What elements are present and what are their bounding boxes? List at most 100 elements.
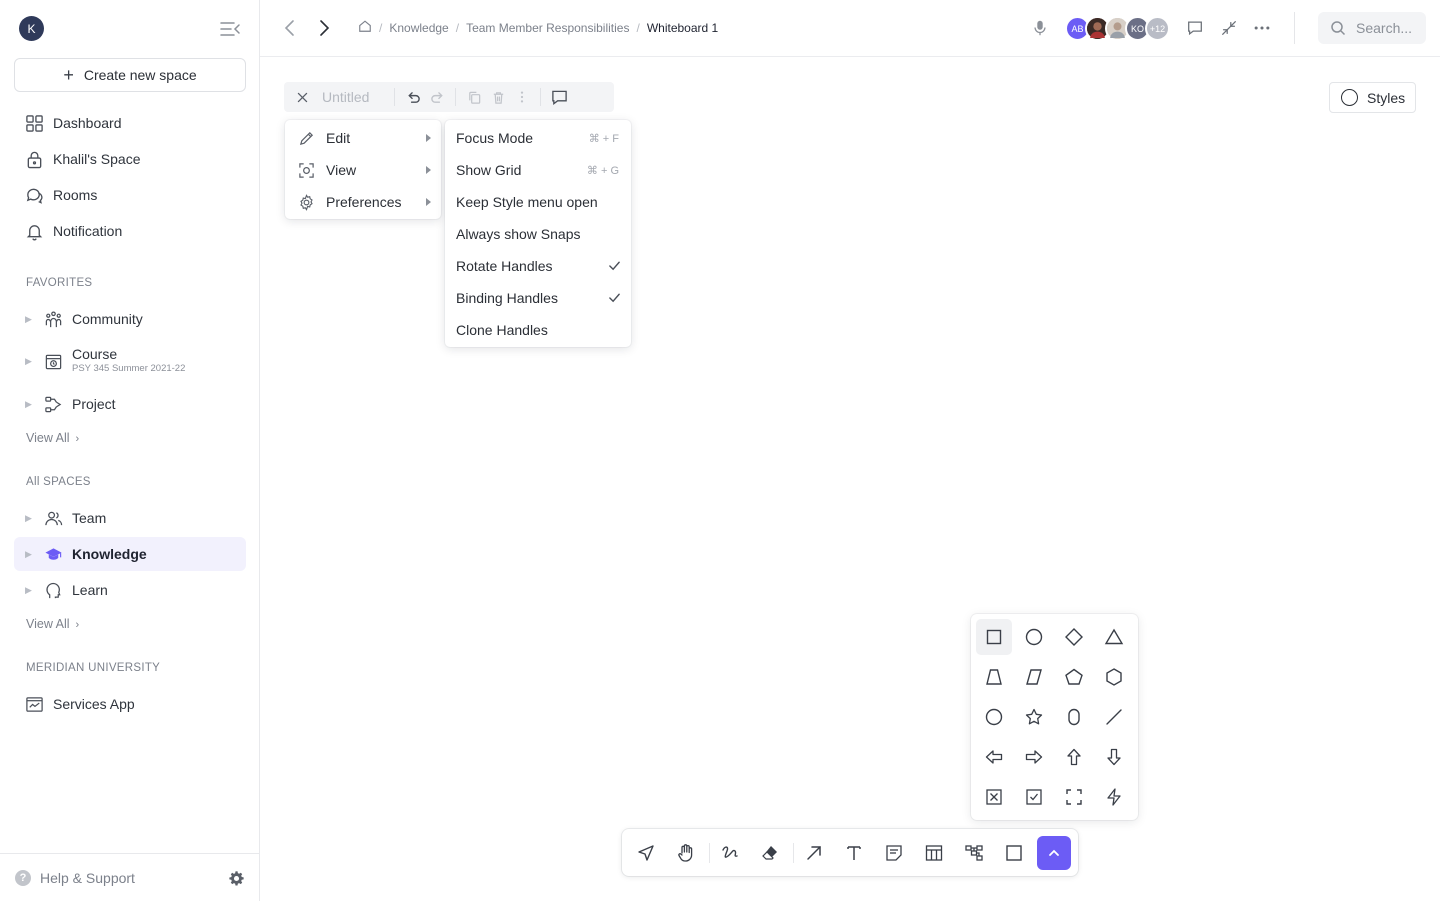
menu-item-view[interactable]: View xyxy=(285,154,441,186)
styles-label: Styles xyxy=(1367,89,1406,106)
lightning-icon[interactable] xyxy=(1096,779,1132,815)
favorites-view-all-link[interactable]: View All › xyxy=(26,431,79,445)
undo-icon[interactable] xyxy=(401,85,425,109)
search-box[interactable] xyxy=(1318,12,1426,44)
more-options-icon[interactable] xyxy=(1252,18,1272,38)
expand-caret-icon[interactable]: ▶ xyxy=(25,314,33,325)
trapezoid-icon[interactable] xyxy=(976,659,1012,695)
menu-item-clone-handles[interactable]: Clone Handles xyxy=(445,314,631,346)
comment-icon[interactable] xyxy=(1185,18,1205,38)
parallelogram-icon[interactable] xyxy=(1016,659,1052,695)
expand-caret-icon[interactable]: ▶ xyxy=(25,513,33,524)
microphone-icon[interactable] xyxy=(1030,18,1050,38)
favorite-community[interactable]: ▶ Community xyxy=(14,302,246,336)
breadcrumb-item[interactable]: Team Member Responsibilities xyxy=(466,21,629,35)
menu-label: Clone Handles xyxy=(456,322,548,338)
menu-item-keep-style-menu-open[interactable]: Keep Style menu open xyxy=(445,186,631,218)
help-support-link[interactable]: Help & Support xyxy=(40,870,135,886)
select-icon[interactable] xyxy=(629,836,663,870)
people-group-icon xyxy=(43,309,63,329)
rectangle-icon[interactable] xyxy=(976,619,1012,655)
pentagon-icon[interactable] xyxy=(1056,659,1092,695)
favorite-course[interactable]: ▶ Course PSY 345 Summer 2021-22 xyxy=(14,344,246,378)
nav-notification[interactable]: Notification xyxy=(14,214,246,248)
forward-arrow-icon[interactable] xyxy=(314,17,334,39)
collapse-sidebar-icon[interactable] xyxy=(219,19,241,39)
org-services-app[interactable]: Services App xyxy=(14,687,246,721)
space-knowledge[interactable]: ▶ Knowledge xyxy=(14,537,246,571)
whiteboard-title[interactable]: Untitled xyxy=(322,89,388,105)
line-icon[interactable] xyxy=(1096,699,1132,735)
hexagon-icon[interactable] xyxy=(1096,659,1132,695)
expand-caret-icon[interactable]: ▶ xyxy=(25,399,33,410)
gear-icon[interactable] xyxy=(228,870,245,887)
triangle-icon[interactable] xyxy=(1096,619,1132,655)
more-tools-icon[interactable] xyxy=(1037,836,1071,870)
workspace-avatar[interactable]: K xyxy=(19,16,44,41)
space-team[interactable]: ▶ Team xyxy=(14,501,246,535)
search-input[interactable] xyxy=(1356,20,1426,36)
back-arrow-icon[interactable] xyxy=(280,17,300,39)
expand-caret-icon[interactable]: ▶ xyxy=(25,356,33,367)
minimize-icon[interactable] xyxy=(1219,18,1239,38)
frame-corners-icon[interactable] xyxy=(1056,779,1092,815)
nav-label: Rooms xyxy=(53,187,98,203)
comment-icon[interactable] xyxy=(547,85,571,109)
menu-label: Focus Mode xyxy=(456,130,534,146)
redo-icon[interactable] xyxy=(425,85,449,109)
hand-icon[interactable] xyxy=(669,836,703,870)
whiteboard-toolbar: Untitled xyxy=(284,82,614,112)
spaces-view-all-link[interactable]: View All › xyxy=(26,617,79,631)
styles-button[interactable]: Styles xyxy=(1329,82,1416,113)
arrow-down-icon[interactable] xyxy=(1096,739,1132,775)
arrow-up-icon[interactable] xyxy=(1056,739,1092,775)
space-learn[interactable]: ▶ Learn xyxy=(14,573,246,607)
trash-icon[interactable] xyxy=(486,85,510,109)
menu-item-preferences[interactable]: Preferences xyxy=(285,186,441,218)
arrow-left-icon[interactable] xyxy=(976,739,1012,775)
mindmap-icon[interactable] xyxy=(957,836,991,870)
star-icon[interactable] xyxy=(1016,699,1052,735)
breadcrumb-item[interactable]: Knowledge xyxy=(389,21,448,35)
chat-bubbles-icon xyxy=(24,185,44,205)
help-icon[interactable]: ? xyxy=(15,869,31,886)
nav-rooms[interactable]: Rooms xyxy=(14,178,246,212)
menu-item-rotate-handles[interactable]: Rotate Handles xyxy=(445,250,631,282)
draw-icon[interactable] xyxy=(713,836,747,870)
collaborator-avatars[interactable]: AB KO +12 xyxy=(1065,16,1170,41)
diamond-icon[interactable] xyxy=(1056,619,1092,655)
menu-item-binding-handles[interactable]: Binding Handles xyxy=(445,282,631,314)
x-box-icon[interactable] xyxy=(976,779,1012,815)
create-new-space-button[interactable]: + Create new space xyxy=(14,58,246,92)
circle-icon[interactable] xyxy=(1016,619,1052,655)
avatar-overflow-count[interactable]: +12 xyxy=(1145,16,1170,41)
duplicate-icon[interactable] xyxy=(462,85,486,109)
chevron-right-icon: › xyxy=(75,433,80,445)
arrow-tool-icon[interactable] xyxy=(797,836,831,870)
expand-caret-icon[interactable]: ▶ xyxy=(25,549,33,560)
expand-caret-icon[interactable]: ▶ xyxy=(25,585,33,596)
close-icon[interactable] xyxy=(290,85,314,109)
table-icon[interactable] xyxy=(917,836,951,870)
eraser-icon[interactable] xyxy=(753,836,787,870)
menu-item-edit[interactable]: Edit xyxy=(285,122,441,154)
menu-item-show-grid[interactable]: Show Grid ⌘ + G xyxy=(445,154,631,186)
nav-dashboard[interactable]: Dashboard xyxy=(14,106,246,140)
oval-icon[interactable] xyxy=(976,699,1012,735)
arrow-right-icon[interactable] xyxy=(1016,739,1052,775)
nav-khalils-space[interactable]: Khalil's Space xyxy=(14,142,246,176)
check-box-icon[interactable] xyxy=(1016,779,1052,815)
text-icon[interactable] xyxy=(837,836,871,870)
keyboard-shortcut: ⌘ + F xyxy=(588,132,619,145)
divider xyxy=(540,88,541,106)
favorite-project[interactable]: ▶ Project xyxy=(14,387,246,421)
home-icon[interactable] xyxy=(358,19,372,36)
vertical-dots-icon[interactable] xyxy=(510,85,534,109)
menu-item-always-show-snaps[interactable]: Always show Snaps xyxy=(445,218,631,250)
menu-item-focus-mode[interactable]: Focus Mode ⌘ + F xyxy=(445,122,631,154)
divider xyxy=(394,88,395,106)
note-icon[interactable] xyxy=(877,836,911,870)
rhombus-oval-icon[interactable] xyxy=(1056,699,1092,735)
app-chart-icon xyxy=(24,694,44,714)
rectangle-tool-icon[interactable] xyxy=(997,836,1031,870)
